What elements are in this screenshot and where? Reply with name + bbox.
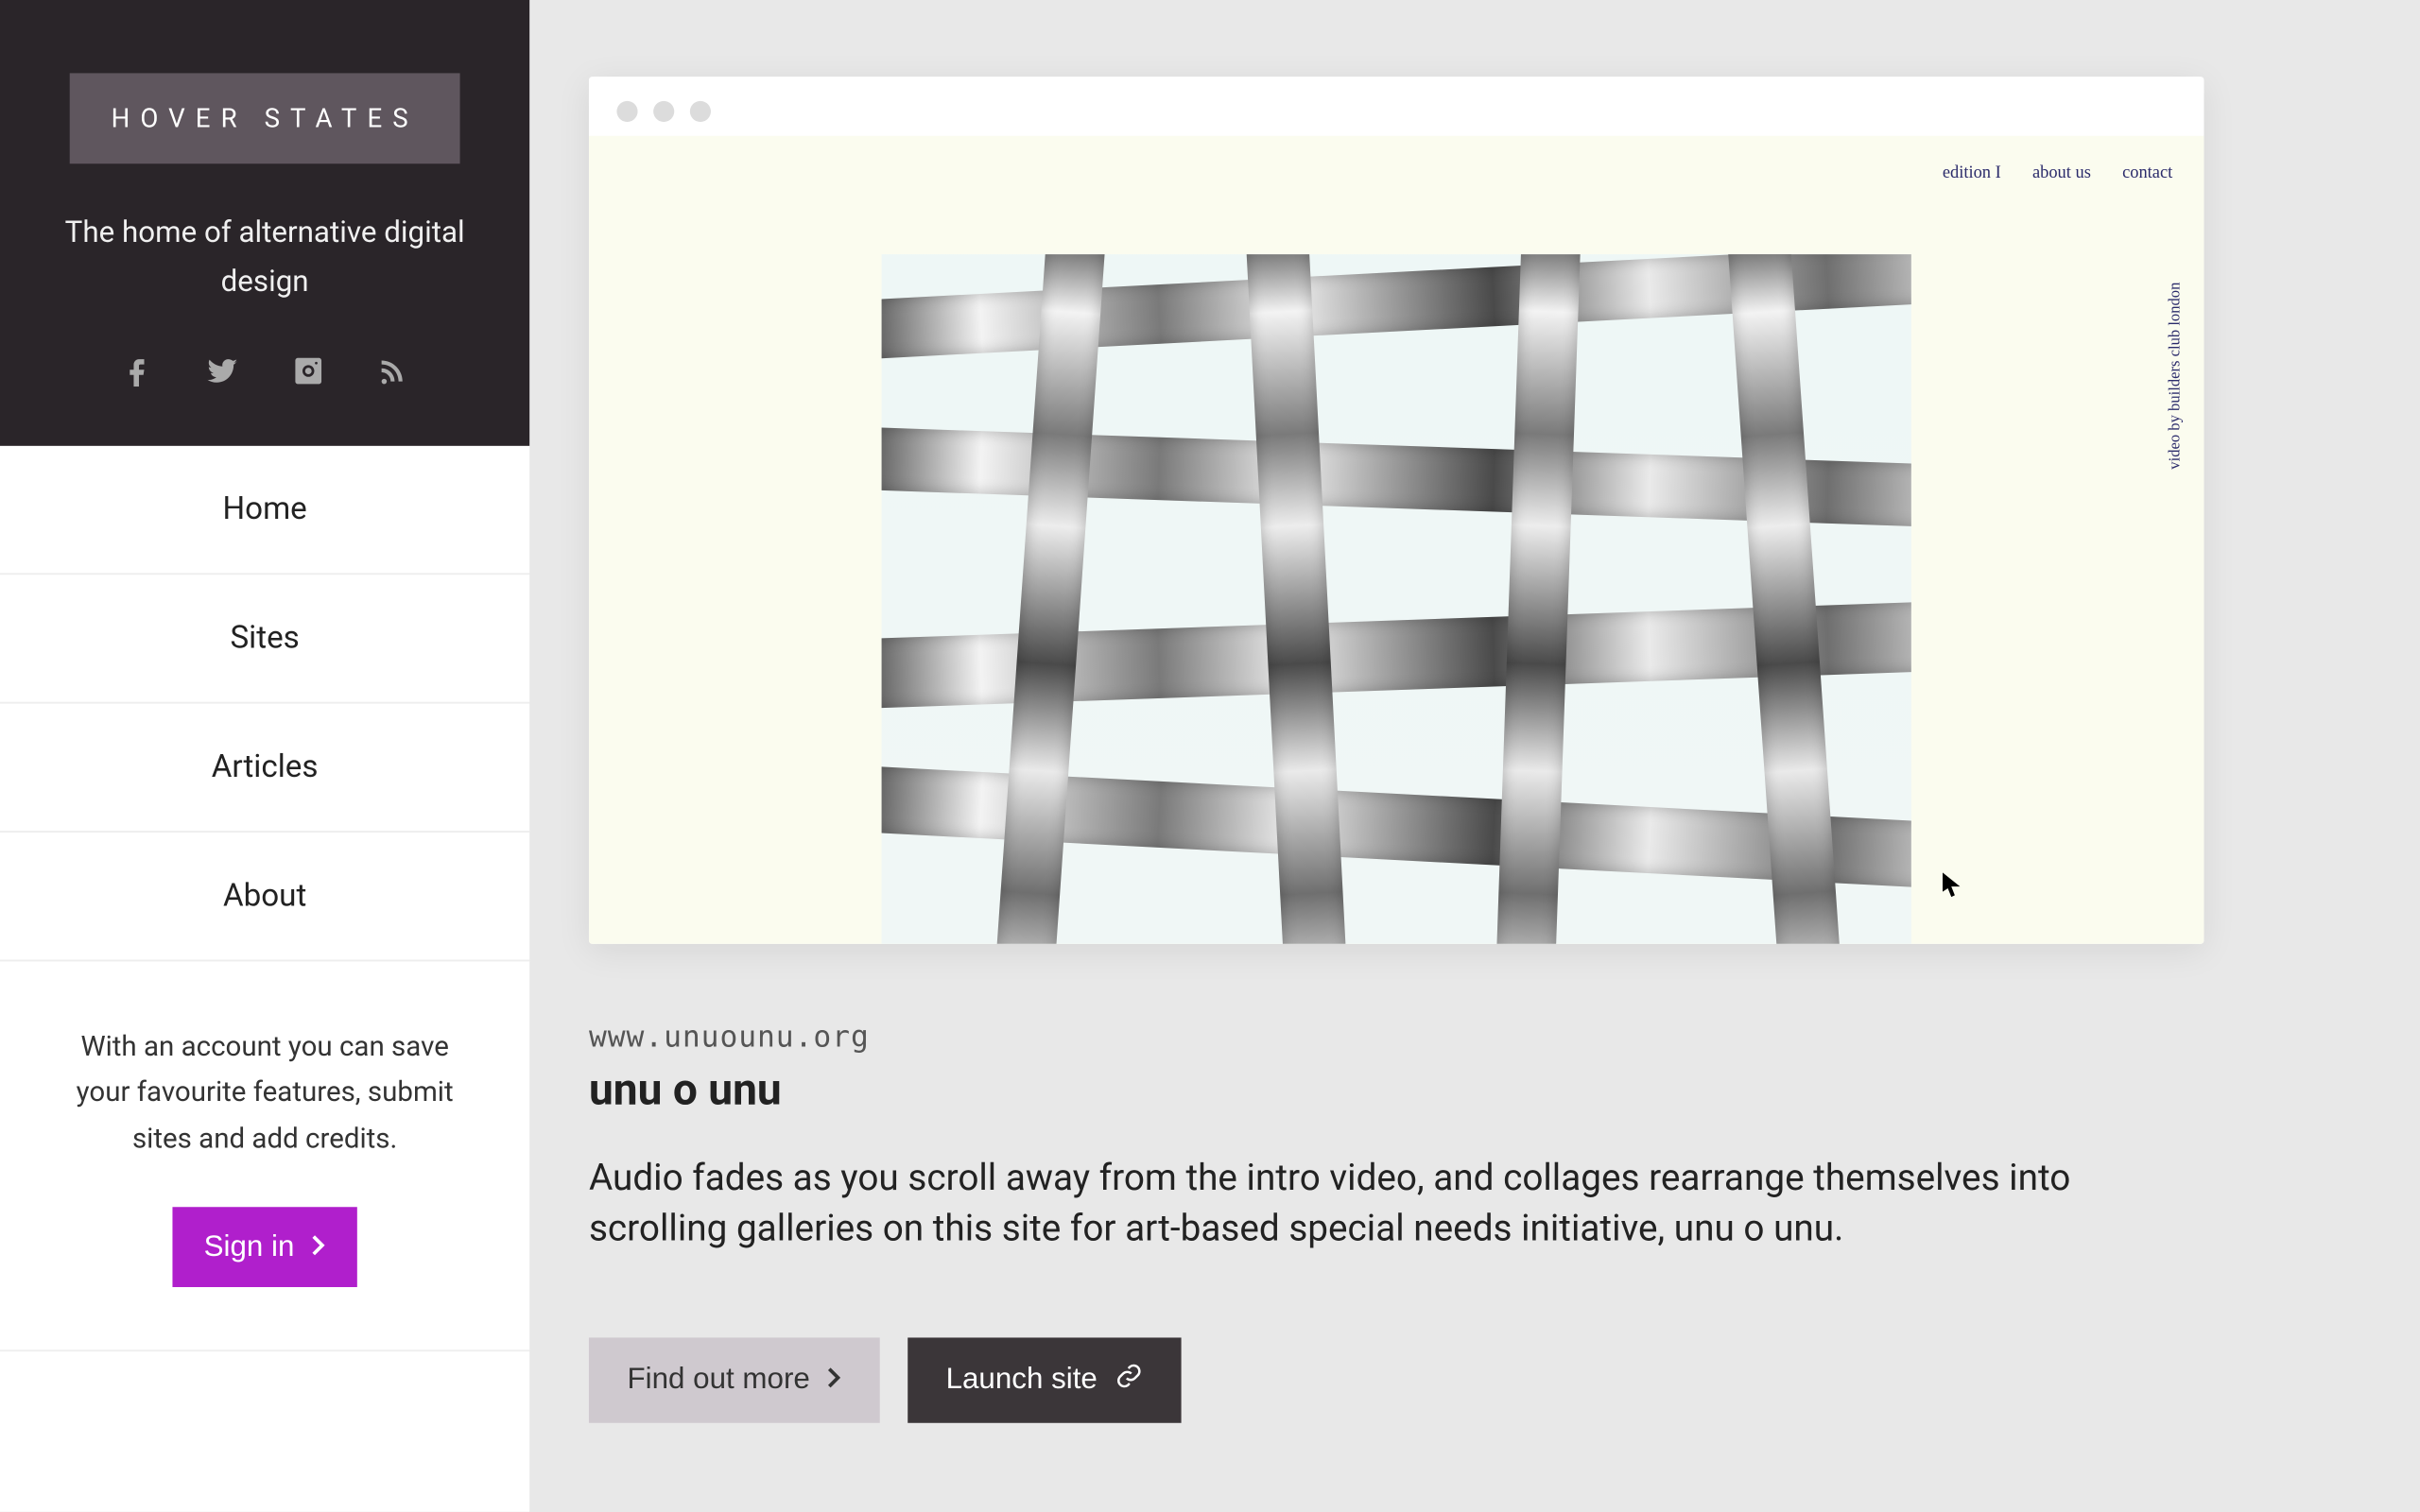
find-out-more-label: Find out more <box>627 1363 809 1398</box>
browser-traffic-lights <box>589 77 2204 136</box>
twitter-icon[interactable] <box>205 355 240 387</box>
find-out-more-button[interactable]: Find out more <box>589 1337 880 1422</box>
launch-site-label: Launch site <box>946 1363 1098 1398</box>
signin-label: Sign in <box>204 1230 295 1265</box>
traffic-dot <box>653 101 674 122</box>
facebook-icon[interactable] <box>122 355 153 387</box>
main-content: edition I about us contact video by buil… <box>529 0 2420 1512</box>
sidebar-nav: Home Sites Articles About <box>0 446 529 962</box>
tagline: The home of alternative digital design <box>35 209 495 306</box>
account-text: With an account you can save your favour… <box>52 1024 477 1162</box>
preview-credit: video by builders club london <box>2166 283 2183 470</box>
launch-site-button[interactable]: Launch site <box>908 1337 1181 1422</box>
chevron-right-icon <box>312 1230 326 1265</box>
signin-button[interactable]: Sign in <box>172 1208 356 1288</box>
account-promo: With an account you can save your favour… <box>0 962 529 1352</box>
sidebar-header: HOVER STATES The home of alternative dig… <box>0 0 529 446</box>
chevron-right-icon <box>827 1363 841 1398</box>
preview-nav-item[interactable]: about us <box>2032 163 2091 182</box>
nav-home[interactable]: Home <box>0 446 529 575</box>
post-url[interactable]: www.unuounu.org <box>589 1021 2204 1056</box>
post-actions: Find out more Launch site <box>589 1337 2204 1422</box>
traffic-dot <box>616 101 637 122</box>
preview-nav-item[interactable]: edition I <box>1943 163 2001 182</box>
post-description: Audio fades as you scroll away from the … <box>589 1155 2192 1257</box>
rss-icon[interactable] <box>376 355 407 387</box>
preview-nav: edition I about us contact <box>1943 163 2172 182</box>
link-icon <box>1115 1362 1142 1399</box>
nav-about[interactable]: About <box>0 833 529 961</box>
post: www.unuounu.org unu o unu Audio fades as… <box>589 1021 2204 1422</box>
nav-articles[interactable]: Articles <box>0 704 529 833</box>
instagram-icon[interactable] <box>293 355 324 387</box>
social-icons <box>35 349 495 387</box>
preview-art <box>882 254 1911 944</box>
browser-frame: edition I about us contact video by buil… <box>589 77 2204 944</box>
site-preview[interactable]: edition I about us contact video by buil… <box>589 136 2204 944</box>
post-title: unu o unu <box>589 1066 2204 1116</box>
cursor-icon <box>1943 871 1960 896</box>
nav-sites[interactable]: Sites <box>0 575 529 703</box>
logo[interactable]: HOVER STATES <box>69 73 460 163</box>
sidebar: HOVER STATES The home of alternative dig… <box>0 0 529 1512</box>
preview-nav-item[interactable]: contact <box>2122 163 2172 182</box>
traffic-dot <box>690 101 711 122</box>
